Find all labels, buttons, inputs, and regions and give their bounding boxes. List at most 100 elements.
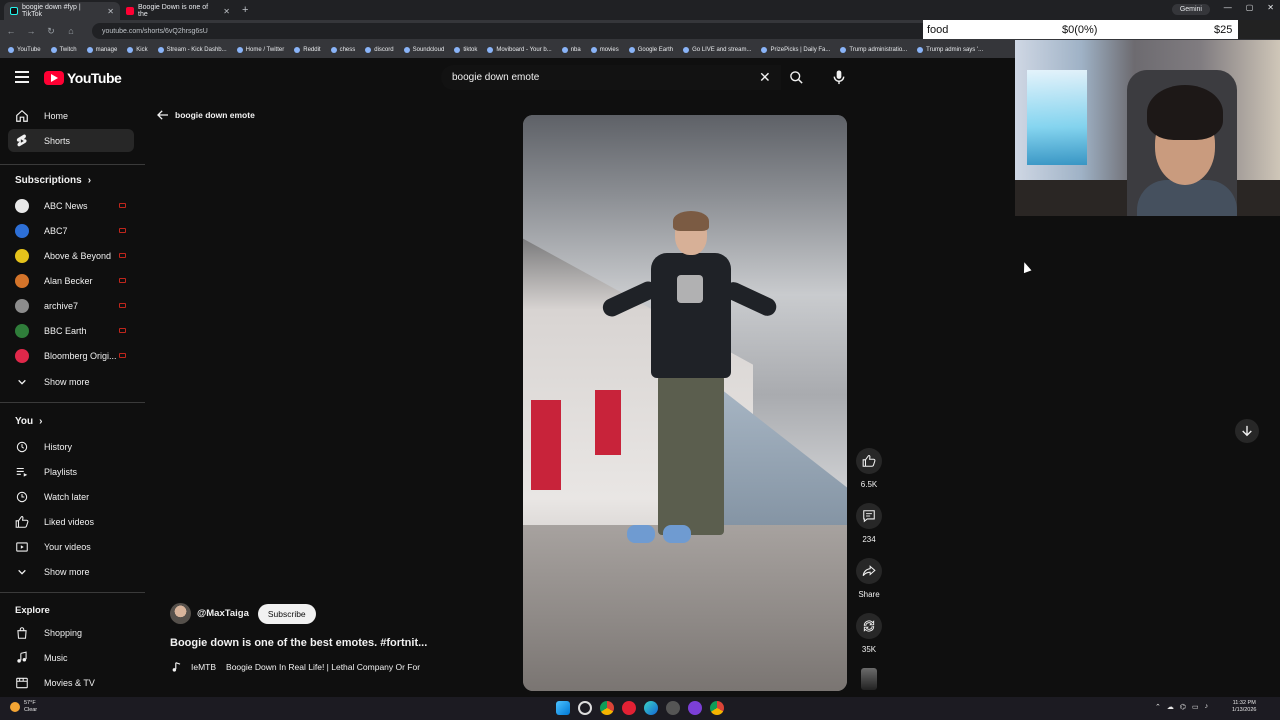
- edge-icon[interactable]: [644, 701, 658, 715]
- voice-search-button[interactable]: [828, 66, 850, 88]
- subscriptions-heading[interactable]: Subscriptions ›: [15, 175, 91, 186]
- network-icon[interactable]: ⌬: [1180, 703, 1186, 711]
- sidebar-subscription-item[interactable]: Bloomberg Origi...: [8, 344, 134, 367]
- sound-row[interactable]: IeMTB Boogie Down In Real Life! | Lethal…: [172, 662, 420, 672]
- remix-icon: [863, 620, 875, 632]
- taskbar-clock[interactable]: 11:32 PM 1/13/2026: [1232, 700, 1256, 714]
- chrome-icon[interactable]: [600, 701, 614, 715]
- youtube-wordmark: YouTube: [67, 70, 122, 86]
- sidebar-subscription-item[interactable]: ABC7: [8, 219, 134, 242]
- remix-count: 35K: [861, 645, 877, 654]
- browser-tab-youtube[interactable]: Boogie Down is one of the ✕: [120, 2, 236, 20]
- bookmark-item[interactable]: discord: [365, 47, 394, 53]
- bookmark-item[interactable]: manage: [86, 47, 117, 53]
- settings-icon[interactable]: [666, 701, 680, 715]
- clock-time: 11:32 PM: [1232, 700, 1256, 706]
- new-tab-button[interactable]: +: [242, 4, 248, 16]
- sidebar-item-watch-later[interactable]: Watch later: [8, 485, 134, 508]
- url-field[interactable]: youtube.com/shorts/6vQ2hrsg6sU: [92, 23, 952, 39]
- minimize-icon[interactable]: —: [1224, 3, 1232, 12]
- youtube-logo[interactable]: YouTube: [44, 70, 122, 86]
- comments-button[interactable]: [856, 503, 882, 529]
- bookmark-item[interactable]: Trump administratio...: [840, 47, 907, 53]
- you-heading[interactable]: You ›: [15, 416, 43, 427]
- channel-avatar[interactable]: [170, 603, 191, 624]
- bookmark-item[interactable]: nba: [561, 47, 581, 53]
- back-arrow-icon[interactable]: ←: [6, 26, 16, 36]
- bookmark-item[interactable]: Trump admin says '...: [917, 47, 983, 53]
- bookmark-favicon-icon: [628, 47, 635, 53]
- sound-thumbnail[interactable]: [861, 668, 877, 690]
- sidebar-item-label: Your videos: [44, 541, 91, 552]
- sidebar-subscription-item[interactable]: archive7: [8, 294, 134, 317]
- bookmark-item[interactable]: Moviboard - Your b...: [487, 47, 552, 53]
- sidebar-subscription-item[interactable]: Above & Beyond: [8, 244, 134, 267]
- search-icon[interactable]: [578, 701, 592, 715]
- volume-icon[interactable]: ♪: [1205, 703, 1209, 711]
- forward-arrow-icon[interactable]: →: [26, 26, 36, 36]
- battery-icon[interactable]: ▭: [1192, 703, 1199, 711]
- sidebar-item-shopping[interactable]: Shopping: [8, 621, 134, 644]
- bookmark-item[interactable]: Reddit: [294, 47, 321, 53]
- clear-search-icon[interactable]: ✕: [759, 69, 771, 86]
- webcam-monitor: [1027, 70, 1087, 165]
- next-short-button[interactable]: [1235, 419, 1259, 443]
- bookmark-item[interactable]: Stream - Kick Dashb...: [157, 47, 227, 53]
- show-more-you[interactable]: Show more: [8, 560, 134, 583]
- short-title[interactable]: Boogie down is one of the best emotes. #…: [170, 637, 427, 649]
- home-page-icon[interactable]: ⌂: [66, 26, 76, 36]
- search-button[interactable]: [781, 65, 812, 90]
- sidebar-subscription-item[interactable]: ABC News: [8, 194, 134, 217]
- back-to-search-link[interactable]: boogie down emote: [157, 110, 255, 120]
- sidebar-item-music[interactable]: Music: [8, 646, 134, 669]
- reload-icon[interactable]: ↻: [46, 26, 56, 37]
- close-window-icon[interactable]: ✕: [1267, 3, 1274, 12]
- channel-name[interactable]: @MaxTaiga: [197, 608, 249, 619]
- sidebar-item-label: Bloomberg Origi...: [44, 350, 117, 361]
- bookmark-item[interactable]: PrizePicks | Daily Fa...: [761, 47, 830, 53]
- bookmark-favicon-icon: [454, 47, 461, 53]
- weather-widget[interactable]: 57°F Clear: [10, 700, 37, 714]
- sidebar-item-movies[interactable]: Movies & TV: [8, 671, 134, 694]
- sidebar-item-playlists[interactable]: Playlists: [8, 460, 134, 483]
- goal-label: food: [927, 23, 949, 36]
- bookmark-favicon-icon: [236, 47, 243, 53]
- bookmark-item[interactable]: tiktok: [454, 47, 477, 53]
- sidebar-item-home[interactable]: Home: [8, 104, 134, 127]
- like-action: 6.5K: [855, 448, 883, 489]
- bookmark-item[interactable]: Home / Twitter: [236, 47, 284, 53]
- chrome-profile-icon[interactable]: [710, 701, 724, 715]
- hamburger-menu-icon[interactable]: [15, 71, 29, 86]
- remix-button[interactable]: [856, 613, 882, 639]
- gemini-button[interactable]: Gemini: [1171, 4, 1210, 15]
- cloud-icon[interactable]: ☁: [1167, 703, 1174, 711]
- bookmark-item[interactable]: YouTube: [8, 47, 41, 53]
- sidebar-item-your-videos[interactable]: Your videos: [8, 535, 134, 558]
- close-tab-icon[interactable]: ✕: [223, 7, 230, 16]
- sidebar-subscription-item[interactable]: BBC Earth: [8, 319, 134, 342]
- bookmark-item[interactable]: Google Earth: [628, 47, 673, 53]
- bookmark-item[interactable]: Soundcloud: [403, 47, 444, 53]
- browser-tab-tiktok[interactable]: boogie down #fyp | TikTok ✕: [4, 2, 120, 20]
- sidebar-item-liked-videos[interactable]: Liked videos: [8, 510, 134, 533]
- sidebar-item-shorts[interactable]: Shorts: [8, 129, 134, 152]
- sidebar-item-history[interactable]: History: [8, 435, 134, 458]
- bookmark-item[interactable]: movies: [590, 47, 619, 53]
- subscribe-button[interactable]: Subscribe: [257, 603, 316, 624]
- sidebar-subscription-item[interactable]: Alan Becker: [8, 269, 134, 292]
- bookmark-item[interactable]: chess: [330, 47, 355, 53]
- media-player-icon[interactable]: [622, 701, 636, 715]
- bookmark-item[interactable]: Twitch: [50, 47, 77, 53]
- close-tab-icon[interactable]: ✕: [107, 7, 114, 16]
- short-video-player[interactable]: [523, 115, 847, 691]
- bookmark-item[interactable]: Go LIVE and stream...: [683, 47, 751, 53]
- maximize-icon[interactable]: ▢: [1246, 3, 1254, 12]
- windows-start-icon[interactable]: [556, 701, 570, 715]
- bookmark-item[interactable]: Kick: [127, 47, 148, 53]
- obs-icon[interactable]: [688, 701, 702, 715]
- like-button[interactable]: [856, 448, 882, 474]
- share-button[interactable]: [856, 558, 882, 584]
- chevron-up-icon[interactable]: ⌃: [1155, 703, 1161, 711]
- search-input[interactable]: boogie down emote: [441, 65, 781, 90]
- show-more-subscriptions[interactable]: Show more: [8, 370, 134, 393]
